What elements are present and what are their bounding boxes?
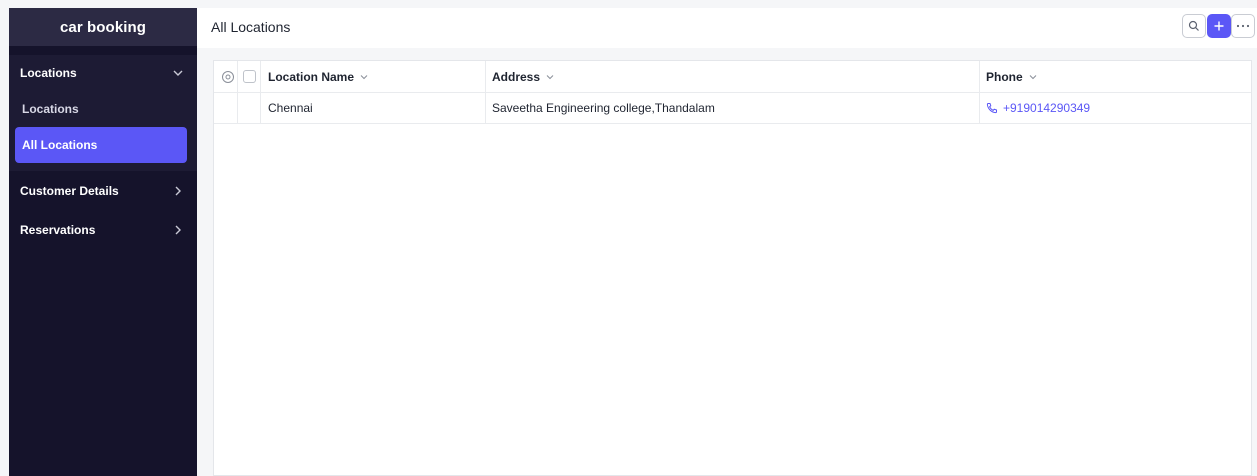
sidebar-group-locations-toggle[interactable]: Locations xyxy=(9,55,197,91)
chevron-right-icon xyxy=(171,184,185,198)
chevron-down-icon xyxy=(171,66,185,80)
table-row[interactable]: Chennai Saveetha Engineering college,Tha… xyxy=(214,93,1251,124)
sidebar-item-all-locations[interactable]: All Locations xyxy=(15,127,187,163)
sidebar-item-label: All Locations xyxy=(22,138,98,152)
sidebar-item-locations[interactable]: Locations xyxy=(15,91,187,127)
sidebar-item-label: Locations xyxy=(22,102,79,116)
eye-icon xyxy=(222,70,234,83)
sidebar: car booking Locations Locations All Loca… xyxy=(9,8,197,476)
checkbox[interactable] xyxy=(243,70,256,83)
column-header-location-name[interactable]: Location Name xyxy=(268,61,369,92)
sidebar-group-label: Customer Details xyxy=(20,184,119,198)
sidebar-group-customer-details[interactable]: Customer Details xyxy=(9,173,197,209)
column-divider xyxy=(237,61,238,92)
chevron-down-icon xyxy=(359,72,369,82)
column-header-label: Phone xyxy=(986,69,1023,84)
sidebar-group-label: Locations xyxy=(20,66,77,80)
search-button[interactable] xyxy=(1182,14,1206,38)
app-title: car booking xyxy=(9,8,197,46)
sidebar-group-label: Reservations xyxy=(20,223,96,237)
select-all-checkbox[interactable] xyxy=(243,61,256,92)
column-divider xyxy=(260,61,261,92)
search-icon xyxy=(1188,20,1199,31)
column-header-phone[interactable]: Phone xyxy=(986,61,1038,92)
column-header-label: Location Name xyxy=(268,69,355,84)
cell-location-name[interactable]: Chennai xyxy=(268,93,313,123)
phone-number: +919014290349 xyxy=(1003,101,1091,115)
phone-link[interactable]: +919014290349 xyxy=(986,101,1090,115)
column-header-address[interactable]: Address xyxy=(492,61,555,92)
chevron-down-icon xyxy=(1028,72,1038,82)
sidebar-group-reservations[interactable]: Reservations xyxy=(9,212,197,248)
column-divider xyxy=(485,93,486,123)
plus-icon xyxy=(1214,21,1224,31)
locations-table: Location Name Address Phone Chennai Save… xyxy=(213,60,1252,476)
column-divider xyxy=(237,93,238,123)
more-icon xyxy=(1236,24,1250,28)
chevron-right-icon xyxy=(171,223,185,237)
column-visibility-toggle[interactable] xyxy=(221,61,235,92)
page-title: All Locations xyxy=(211,19,291,35)
add-button[interactable] xyxy=(1207,14,1231,38)
column-divider xyxy=(979,61,980,92)
chevron-down-icon xyxy=(545,72,555,82)
column-divider xyxy=(260,93,261,123)
sidebar-group-locations: Locations Locations All Locations xyxy=(9,55,197,171)
column-divider xyxy=(979,93,980,123)
phone-icon xyxy=(986,103,997,114)
column-divider xyxy=(485,61,486,92)
table-header-row: Location Name Address Phone xyxy=(214,61,1251,93)
cell-address[interactable]: Saveetha Engineering college,Thandalam xyxy=(492,93,715,123)
cell-phone[interactable]: +919014290349 xyxy=(986,93,1090,123)
column-header-label: Address xyxy=(492,69,541,84)
page-header: All Locations xyxy=(197,8,1257,48)
more-options-button[interactable] xyxy=(1231,14,1255,38)
